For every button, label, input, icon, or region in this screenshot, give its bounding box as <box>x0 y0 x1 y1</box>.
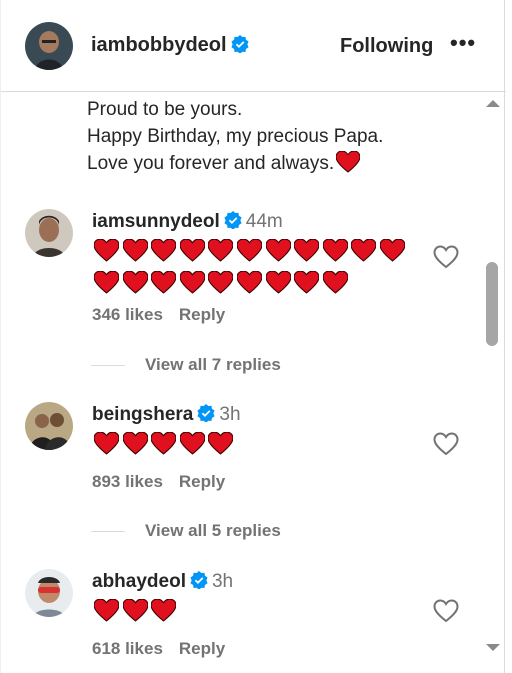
comment-username[interactable]: iamsunnydeol 44m <box>92 211 283 233</box>
comment-meta: 618 likes Reply <box>92 639 225 659</box>
comment-text <box>94 239 424 303</box>
post-comments-panel: iambobbydeol Following ••• Proud to be y… <box>0 0 506 673</box>
caption-line: Love you forever and always. <box>87 150 383 177</box>
red-heart-emoji <box>94 432 119 455</box>
comment-text <box>94 432 424 464</box>
view-replies-link[interactable]: View all 7 replies <box>91 355 281 375</box>
red-heart-emoji <box>151 599 177 622</box>
comment-meta: 893 likes Reply <box>92 472 225 492</box>
scrollbar[interactable] <box>481 92 506 673</box>
comment-timestamp[interactable]: 3h <box>212 571 233 592</box>
red-heart-emoji <box>94 239 119 262</box>
verified-badge-icon <box>224 211 242 230</box>
heart-outline-icon[interactable] <box>433 599 459 623</box>
avatar[interactable] <box>25 402 73 450</box>
post-caption: Proud to be yours. Happy Birthday, my pr… <box>87 96 383 177</box>
red-heart-emoji <box>335 150 361 173</box>
red-heart-emoji <box>208 271 234 294</box>
red-heart-emoji <box>122 432 148 455</box>
scroll-up-arrow-icon[interactable] <box>486 100 500 107</box>
red-heart-emoji <box>322 271 348 294</box>
red-heart-emoji <box>351 239 377 262</box>
red-heart-emoji <box>379 239 405 262</box>
like-count[interactable]: 618 likes <box>92 639 163 658</box>
avatar[interactable] <box>25 569 73 617</box>
red-heart-emoji <box>294 239 320 262</box>
red-heart-emoji <box>208 432 234 455</box>
comment-username[interactable]: beingshera 3h <box>92 404 241 426</box>
red-heart-emoji <box>322 239 348 262</box>
red-heart-emoji <box>208 239 234 262</box>
red-heart-emoji <box>151 271 177 294</box>
red-heart-emoji <box>94 599 119 622</box>
comment-text <box>94 599 424 631</box>
red-heart-emoji <box>294 271 320 294</box>
verified-badge-icon <box>231 35 249 54</box>
heart-outline-icon[interactable] <box>433 245 459 269</box>
comments-list: Proud to be yours. Happy Birthday, my pr… <box>1 92 481 673</box>
more-options-icon[interactable]: ••• <box>450 30 476 56</box>
post-author-username[interactable]: iambobbydeol <box>91 34 249 57</box>
caption-line: Happy Birthday, my precious Papa. <box>87 126 384 147</box>
post-header: iambobbydeol Following ••• <box>1 0 506 92</box>
comment-timestamp[interactable]: 3h <box>219 404 240 425</box>
comment-timestamp[interactable]: 44m <box>246 211 283 232</box>
avatar[interactable] <box>25 22 73 70</box>
red-heart-emoji <box>179 432 205 455</box>
red-heart-emoji <box>151 239 177 262</box>
caption-line: Proud to be yours. <box>87 99 243 120</box>
red-heart-emoji <box>236 239 262 262</box>
divider <box>91 365 125 367</box>
reply-button[interactable]: Reply <box>179 305 225 324</box>
view-replies-link[interactable]: View all 5 replies <box>91 521 281 541</box>
red-heart-emoji <box>179 271 205 294</box>
red-heart-emoji <box>265 271 291 294</box>
reply-button[interactable]: Reply <box>179 639 225 658</box>
red-heart-emoji <box>122 599 148 622</box>
following-button[interactable]: Following <box>340 35 433 58</box>
heart-outline-icon[interactable] <box>433 432 459 456</box>
comment-meta: 346 likes Reply <box>92 305 225 325</box>
red-heart-emoji <box>265 239 291 262</box>
like-count[interactable]: 346 likes <box>92 305 163 324</box>
divider <box>91 531 125 533</box>
red-heart-emoji <box>151 432 177 455</box>
red-heart-emoji <box>122 271 148 294</box>
scrollbar-thumb[interactable] <box>486 262 498 346</box>
red-heart-emoji <box>236 271 262 294</box>
scroll-down-arrow-icon[interactable] <box>486 644 500 651</box>
red-heart-emoji <box>94 271 119 294</box>
verified-badge-icon <box>190 571 208 590</box>
like-count[interactable]: 893 likes <box>92 472 163 491</box>
avatar[interactable] <box>25 209 73 257</box>
red-heart-emoji <box>122 239 148 262</box>
verified-badge-icon <box>197 404 215 423</box>
comment-username[interactable]: abhaydeol 3h <box>92 571 233 593</box>
reply-button[interactable]: Reply <box>179 472 225 491</box>
red-heart-emoji <box>179 239 205 262</box>
